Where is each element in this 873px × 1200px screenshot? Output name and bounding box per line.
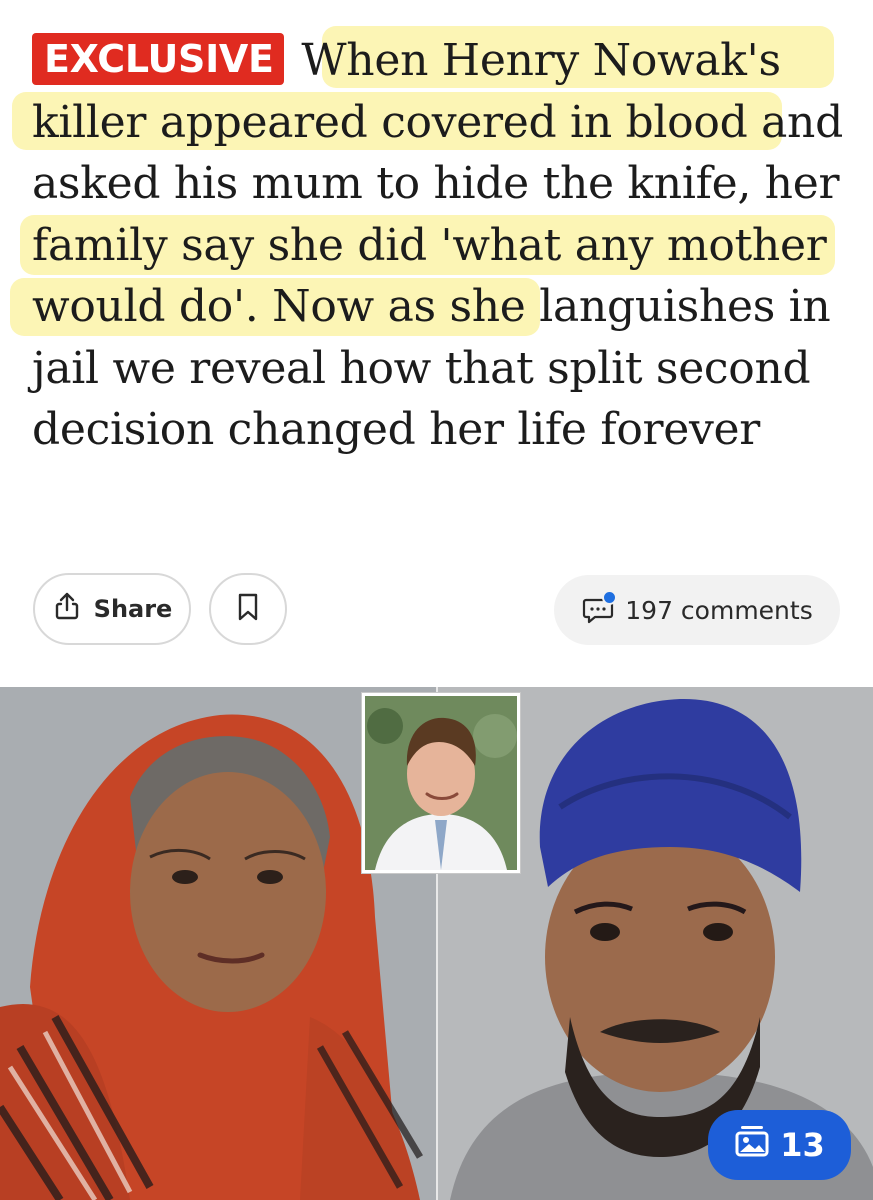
- exclusive-badge: EXCLUSIVE: [32, 33, 284, 85]
- share-icon: [52, 591, 82, 627]
- bookmark-button[interactable]: [209, 573, 287, 645]
- headline-text: When Henry Nowak's killer appeared cover…: [32, 35, 843, 455]
- comments-label: 197 comments: [625, 595, 813, 625]
- gallery-icon: [734, 1124, 770, 1166]
- inset-photo-illustration: [365, 696, 517, 870]
- comments-button[interactable]: 197 comments: [554, 575, 840, 645]
- article-headline: EXCLUSIVE When Henry Nowak's killer appe…: [32, 30, 852, 461]
- inset-photo: [362, 693, 520, 873]
- share-button[interactable]: Share: [33, 573, 191, 645]
- share-label: Share: [93, 595, 173, 623]
- gallery-button[interactable]: 13: [708, 1110, 851, 1180]
- gallery-count: 13: [780, 1126, 825, 1164]
- bookmark-icon: [236, 592, 260, 626]
- article-actions: Share 197 comments: [0, 568, 873, 658]
- article-photo[interactable]: 13: [0, 687, 873, 1200]
- comment-icon: [581, 590, 618, 627]
- headline-block[interactable]: EXCLUSIVE When Henry Nowak's killer appe…: [10, 26, 852, 461]
